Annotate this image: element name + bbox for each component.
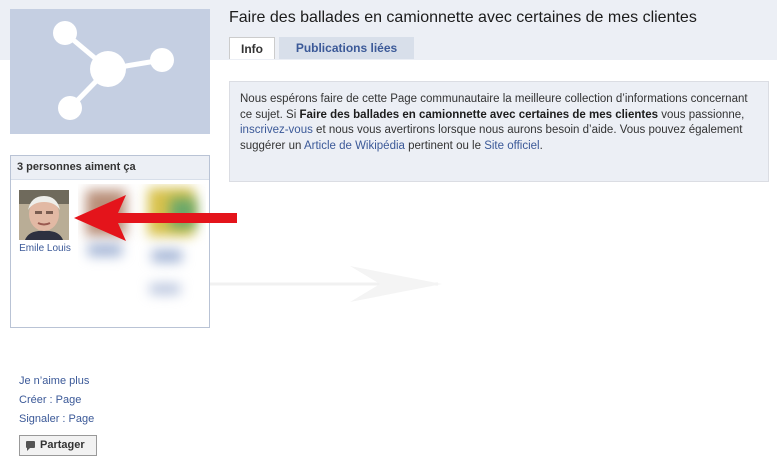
person-photo [19, 190, 69, 240]
info-text: pertinent ou le [404, 139, 485, 152]
likes-header: 3 personnes aiment ça [11, 156, 209, 180]
wikipedia-article-link[interactable]: Article de Wikipédia [304, 140, 405, 152]
tab-related-posts[interactable]: Publications liées [279, 37, 414, 59]
fan-name-link[interactable]: Emile Louis [13, 243, 77, 254]
info-text: vous passionne, [658, 108, 745, 121]
create-page-link[interactable]: Créer : Page [19, 391, 94, 410]
network-icon [53, 21, 174, 120]
sidebar-actions: Je n’aime plus Créer : Page Signaler : P… [19, 372, 94, 429]
official-site-link[interactable]: Site officiel [484, 140, 539, 152]
info-text: . [539, 139, 543, 152]
info-message-box: Nous espérons faire de cette Page commun… [229, 81, 769, 182]
share-button[interactable]: Partager [19, 435, 97, 456]
signup-link[interactable]: inscrivez-vous [240, 124, 313, 136]
info-page-name: Faire des ballades en camionnette avec c… [299, 108, 659, 121]
tab-info[interactable]: Info [229, 37, 275, 59]
report-page-link[interactable]: Signaler : Page [19, 410, 94, 429]
fan-avatar[interactable] [19, 190, 69, 240]
share-button-label: Partager [40, 439, 85, 451]
faint-arrow-decoration [210, 266, 442, 302]
likes-box: 3 personnes aiment ça Emile Louis [10, 155, 210, 328]
community-page-placeholder-image [10, 9, 210, 134]
red-arrow-annotation [74, 195, 237, 241]
speech-bubble-icon [26, 441, 35, 451]
page-title: Faire des ballades en camionnette avec c… [229, 9, 697, 26]
unlike-link[interactable]: Je n’aime plus [19, 372, 94, 391]
